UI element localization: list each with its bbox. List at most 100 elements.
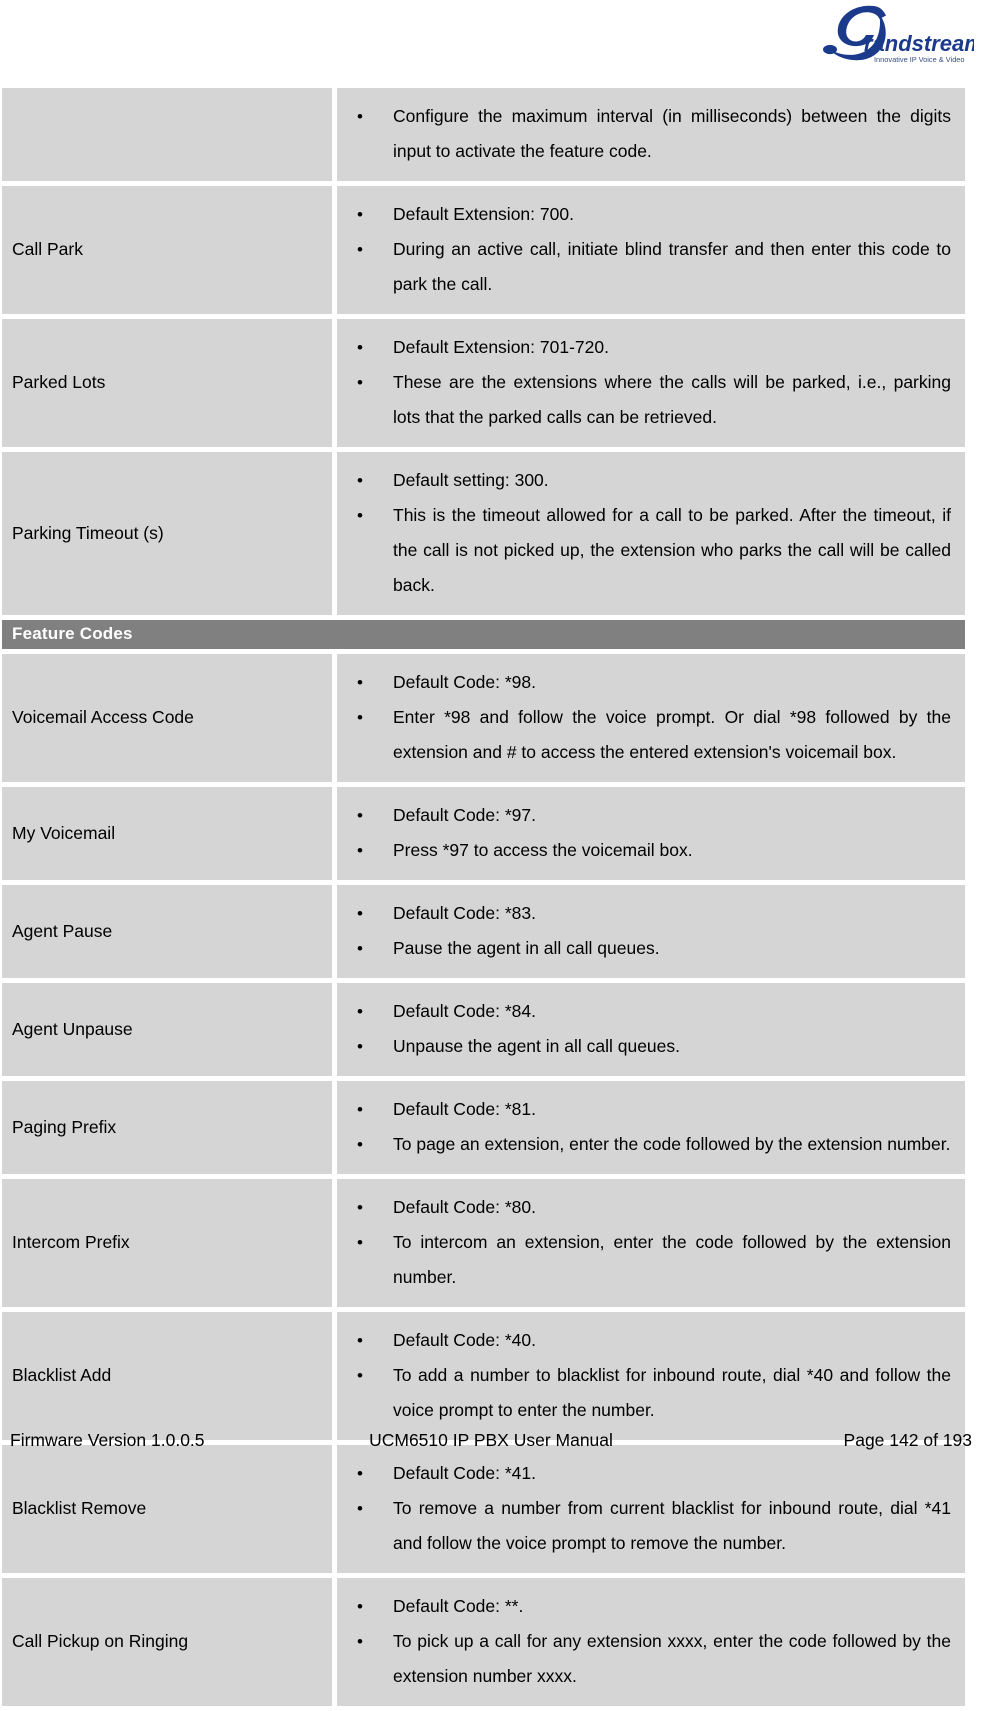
description-bullet: To remove a number from current blacklis… (337, 1491, 951, 1561)
table-body: Configure the maximum interval (in milli… (2, 88, 965, 1706)
row-description-cell: Default Code: *84.Unpause the agent in a… (337, 983, 965, 1076)
description-bullet: Enter *98 and follow the voice prompt. O… (337, 700, 951, 770)
row-description: Default Code: **.To pick up a call for a… (337, 1578, 965, 1706)
row-description: Default Code: *80.To intercom an extensi… (337, 1179, 965, 1307)
table-row: Voicemail Access Code Default Code: *98.E… (2, 654, 965, 782)
section-banner-label: Feature Codes (12, 624, 133, 643)
description-bullet-list: Default Code: *81.To page an extension, … (337, 1092, 951, 1162)
description-bullet: Configure the maximum interval (in milli… (337, 99, 951, 169)
row-label: Call Pickup on Ringing (12, 1631, 189, 1652)
description-bullet: Default Extension: 700. (337, 197, 951, 232)
row-description-cell: Default Code: *98.Enter *98 and follow t… (337, 654, 965, 782)
feature-codes-table: Configure the maximum interval (in milli… (0, 83, 970, 1711)
row-description-cell: Default setting: 300.This is the timeout… (337, 452, 965, 615)
row-label (2, 125, 332, 145)
description-bullet-list: Default Extension: 701-720.These are the… (337, 330, 951, 435)
row-description-cell: Default Code: *97.Press *97 to access th… (337, 787, 965, 880)
row-label: Intercom Prefix (12, 1232, 130, 1253)
description-bullet: These are the extensions where the calls… (337, 365, 951, 435)
description-bullet: This is the timeout allowed for a call t… (337, 498, 951, 603)
description-bullet: Default Code: *80. (337, 1190, 951, 1225)
description-bullet: To intercom an extension, enter the code… (337, 1225, 951, 1295)
description-bullet-list: Default Code: *41.To remove a number fro… (337, 1456, 951, 1561)
description-bullet-list: Configure the maximum interval (in milli… (337, 99, 951, 169)
row-label-cell: My Voicemail (2, 787, 332, 880)
page-footer: Firmware Version 1.0.0.5 UCM6510 IP PBX … (0, 1430, 982, 1456)
row-description: Default Code: *84.Unpause the agent in a… (337, 983, 965, 1076)
table-section-row: Feature Codes (2, 620, 965, 649)
row-label-cell: Call Park (2, 186, 332, 314)
row-description-cell: Default Code: *80.To intercom an extensi… (337, 1179, 965, 1307)
description-bullet: To pick up a call for any extension xxxx… (337, 1624, 951, 1694)
row-description-cell: Default Code: *41.To remove a number fro… (337, 1445, 965, 1573)
description-bullet: To page an extension, enter the code fol… (337, 1127, 951, 1162)
row-label: My Voicemail (12, 822, 116, 843)
description-bullet: Default Code: **. (337, 1589, 951, 1624)
row-label-cell: Agent Pause (2, 885, 332, 978)
description-bullet-list: Default Code: *80.To intercom an extensi… (337, 1190, 951, 1295)
description-bullet: Default Code: *40. (337, 1323, 951, 1358)
description-bullet-list: Default Code: *83.Pause the agent in all… (337, 896, 951, 966)
description-bullet: Default Code: *98. (337, 665, 951, 700)
row-label-cell: Call Pickup on Ringing (2, 1578, 332, 1706)
description-bullet: Unpause the agent in all call queues. (337, 1029, 951, 1064)
row-label: Call Park (12, 239, 83, 260)
row-description: Default Code: *40.To add a number to bla… (337, 1312, 965, 1440)
description-bullet: Default Code: *84. (337, 994, 951, 1029)
page-header: randstream Innovative IP Voice & Video (0, 0, 982, 88)
description-bullet: During an active call, initiate blind tr… (337, 232, 951, 302)
description-bullet: To add a number to blacklist for inbound… (337, 1358, 951, 1428)
row-label-cell: Intercom Prefix (2, 1179, 332, 1307)
description-bullet-list: Default setting: 300.This is the timeout… (337, 463, 951, 603)
description-bullet: Default Code: *83. (337, 896, 951, 931)
grandstream-logo: randstream Innovative IP Voice & Video (778, 2, 974, 64)
row-description-cell: Default Extension: 701-720.These are the… (337, 319, 965, 447)
description-bullet-list: Default Code: *98.Enter *98 and follow t… (337, 665, 951, 770)
row-description-cell: Default Code: *40.To add a number to bla… (337, 1312, 965, 1440)
table-row: Parking Timeout (s) Default setting: 300.… (2, 452, 965, 615)
table-row: Blacklist Remove Default Code: *41.To rem… (2, 1445, 965, 1573)
row-label: Agent Pause (12, 920, 113, 941)
table-row: My Voicemail Default Code: *97.Press *97 … (2, 787, 965, 880)
row-label-cell: Parked Lots (2, 319, 332, 447)
logo-wordmark: randstream (864, 31, 974, 56)
row-label-cell (2, 88, 332, 181)
row-label-cell: Parking Timeout (s) (2, 452, 332, 615)
row-description: Configure the maximum interval (in milli… (337, 88, 965, 181)
row-description: Default Code: *98.Enter *98 and follow t… (337, 654, 965, 782)
row-description: Default Code: *81.To page an extension, … (337, 1081, 965, 1174)
table-row: Configure the maximum interval (in milli… (2, 88, 965, 181)
row-label: Parked Lots (12, 372, 106, 393)
description-bullet-list: Default Code: *84.Unpause the agent in a… (337, 994, 951, 1064)
row-description: Default Code: *41.To remove a number fro… (337, 1445, 965, 1573)
row-description-cell: Default Code: *81.To page an extension, … (337, 1081, 965, 1174)
row-label-cell: Blacklist Remove (2, 1445, 332, 1573)
table-row: Parked Lots Default Extension: 701-720.Th… (2, 319, 965, 447)
row-label: Agent Unpause (12, 1018, 133, 1039)
table-row: Call Pickup on Ringing Default Code: **.T… (2, 1578, 965, 1706)
table-row: Paging Prefix Default Code: *81.To page a… (2, 1081, 965, 1174)
description-bullet-list: Default Code: *97.Press *97 to access th… (337, 798, 951, 868)
row-description: Default Code: *83.Pause the agent in all… (337, 885, 965, 978)
row-label: Blacklist Add (12, 1365, 112, 1386)
row-description-cell: Default Code: *83.Pause the agent in all… (337, 885, 965, 978)
table-row: Blacklist Add Default Code: *40.To add a … (2, 1312, 965, 1440)
table-row: Call Park Default Extension: 700.During a… (2, 186, 965, 314)
table-row: Agent Unpause Default Code: *84.Unpause t… (2, 983, 965, 1076)
row-label: Parking Timeout (s) (12, 522, 164, 543)
description-bullet-list: Default Extension: 700.During an active … (337, 197, 951, 302)
row-description-cell: Default Code: **.To pick up a call for a… (337, 1578, 965, 1706)
table-row: Agent Pause Default Code: *83.Pause the a… (2, 885, 965, 978)
footer-page-number: Page 142 of 193 (843, 1430, 972, 1450)
footer-manual-title: UCM6510 IP PBX User Manual (369, 1430, 613, 1450)
row-description-cell: Default Extension: 700.During an active … (337, 186, 965, 314)
row-label-cell: Agent Unpause (2, 983, 332, 1076)
description-bullet: Default setting: 300. (337, 463, 951, 498)
description-bullet-list: Default Code: **.To pick up a call for a… (337, 1589, 951, 1694)
description-bullet: Default Extension: 701-720. (337, 330, 951, 365)
description-bullet: Press *97 to access the voicemail box. (337, 833, 951, 868)
logo-tagline: Innovative IP Voice & Video (874, 55, 965, 64)
row-description: Default setting: 300.This is the timeout… (337, 452, 965, 615)
section-banner-cell: Feature Codes (2, 620, 965, 649)
row-description: Default Extension: 700.During an active … (337, 186, 965, 314)
